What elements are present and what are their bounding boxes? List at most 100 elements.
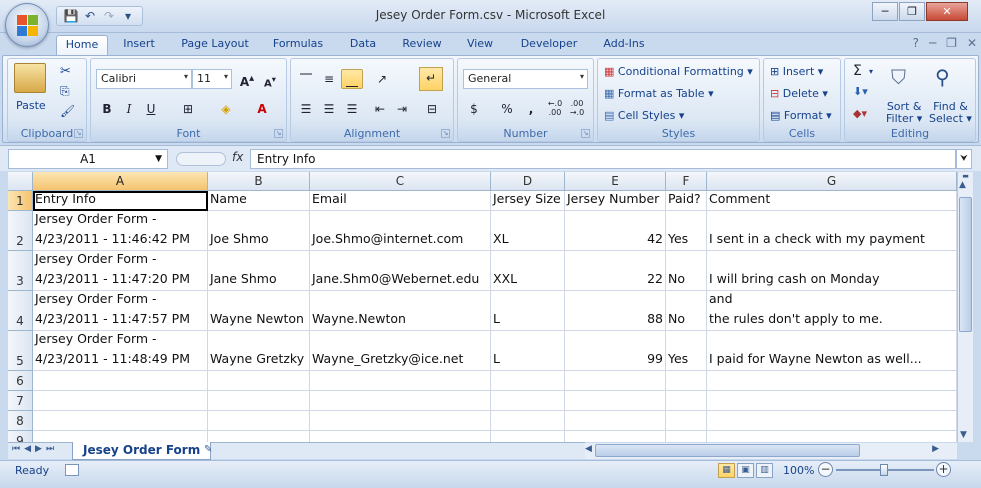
tab-data[interactable]: Data xyxy=(344,35,382,55)
cell-c2[interactable]: Joe.Shmo@internet.com xyxy=(310,211,491,251)
vertical-scrollbar[interactable]: ▬ ▲ ▼ xyxy=(957,172,973,442)
clipboard-launcher-icon[interactable]: ↘ xyxy=(74,129,83,138)
column-header-d[interactable]: D xyxy=(491,172,565,191)
fill-color-icon[interactable]: ◈ xyxy=(215,99,237,119)
cell-g3[interactable]: I will bring cash on Monday xyxy=(707,251,957,291)
cell-f1[interactable]: Paid? xyxy=(666,191,707,211)
row-header-6[interactable]: 6 xyxy=(8,371,33,391)
cell-a8[interactable] xyxy=(33,411,208,431)
conditional-formatting-button[interactable]: ▦ Conditional Formatting ▾ xyxy=(604,65,753,78)
cell-c3[interactable]: Jane.Shm0@Webernet.edu xyxy=(310,251,491,291)
zoom-slider-knob[interactable] xyxy=(880,464,888,476)
cell-g2[interactable]: I sent in a check with my payment xyxy=(707,211,957,251)
font-size-combo[interactable]: 11 ▾ xyxy=(192,69,232,89)
cell-e9[interactable] xyxy=(565,431,666,442)
cell-d5[interactable]: L xyxy=(491,331,565,371)
cell-b2[interactable]: Joe Shmo xyxy=(208,211,310,251)
paste-button[interactable]: Paste xyxy=(16,99,46,112)
tab-insert[interactable]: Insert xyxy=(116,35,162,55)
increase-decimal-button[interactable]: ←.0 .00 xyxy=(544,99,566,119)
formula-bar-splitter[interactable] xyxy=(176,152,226,166)
office-button[interactable] xyxy=(5,3,49,47)
zoom-out-button[interactable]: − xyxy=(818,462,833,477)
scroll-left-icon[interactable]: ◀ xyxy=(585,444,592,454)
cell-f7[interactable] xyxy=(666,391,707,411)
cell-c5[interactable]: Wayne_Gretzky@ice.net xyxy=(310,331,491,371)
bold-button[interactable]: B xyxy=(96,99,118,119)
borders-icon[interactable]: ⊞ xyxy=(177,99,199,119)
tab-home[interactable]: Home xyxy=(56,35,108,55)
cell-g4[interactable]: I don't plan on paying. I am special and… xyxy=(707,291,957,331)
alignment-launcher-icon[interactable]: ↘ xyxy=(441,129,450,138)
help-icon[interactable]: ? xyxy=(913,36,919,50)
format-as-table-button[interactable]: ▦ Format as Table ▾ xyxy=(604,87,714,100)
cell-a3[interactable]: Jersey Order Form - 4/23/2011 - 11:47:20… xyxy=(33,251,208,291)
cell-f8[interactable] xyxy=(666,411,707,431)
zoom-level[interactable]: 100% xyxy=(783,464,814,477)
cell-g1[interactable]: Comment xyxy=(707,191,957,211)
cell-e8[interactable] xyxy=(565,411,666,431)
cell-b5[interactable]: Wayne Gretzky xyxy=(208,331,310,371)
cell-a4[interactable]: Jersey Order Form - 4/23/2011 - 11:47:57… xyxy=(33,291,208,331)
decrease-indent-icon[interactable]: ⇤ xyxy=(369,99,391,119)
tab-review[interactable]: Review xyxy=(398,35,446,55)
autosum-button[interactable]: Σ xyxy=(853,63,862,79)
format-cells-button[interactable]: ▤ Format ▾ xyxy=(770,109,832,122)
orientation-icon[interactable]: ↗ xyxy=(371,69,393,89)
decrease-decimal-button[interactable]: .00 →.0 xyxy=(566,99,588,119)
copy-icon[interactable]: ⎘ xyxy=(60,84,70,99)
column-header-e[interactable]: E xyxy=(565,172,666,191)
percent-button[interactable]: % xyxy=(496,99,518,119)
insert-function-icon[interactable]: fx xyxy=(232,150,243,164)
cell-e4[interactable]: 88 xyxy=(565,291,666,331)
insert-sheet-icon[interactable]: ✎ xyxy=(204,444,220,458)
cell-e2[interactable]: 42 xyxy=(565,211,666,251)
tab-developer[interactable]: Developer xyxy=(516,35,582,55)
row-header-4[interactable]: 4 xyxy=(8,291,33,331)
cell-e7[interactable] xyxy=(565,391,666,411)
fill-icon[interactable]: ⬇▾ xyxy=(853,85,868,98)
close-button[interactable]: ✕ xyxy=(926,2,968,21)
cell-a1[interactable]: Entry Info xyxy=(33,191,208,211)
vertical-scroll-thumb[interactable] xyxy=(959,197,972,332)
cell-b4[interactable]: Wayne Newton xyxy=(208,291,310,331)
scroll-down-icon[interactable]: ▼ xyxy=(960,430,967,440)
format-painter-icon[interactable]: 🖌 xyxy=(60,104,75,118)
sort-filter-icon[interactable]: ⛉ xyxy=(891,65,906,89)
cut-icon[interactable]: ✂ xyxy=(60,64,71,79)
row-header-2[interactable]: 2 xyxy=(8,211,33,251)
increase-indent-icon[interactable]: ⇥ xyxy=(391,99,413,119)
comma-button[interactable]: , xyxy=(520,99,542,119)
page-break-view-icon[interactable]: ▥ xyxy=(756,463,773,478)
scroll-up-icon[interactable]: ▲ xyxy=(959,180,966,190)
underline-button[interactable]: U xyxy=(140,99,162,119)
merge-center-icon[interactable]: ⊟ xyxy=(421,99,443,119)
cell-b8[interactable] xyxy=(208,411,310,431)
cell-d7[interactable] xyxy=(491,391,565,411)
cell-b6[interactable] xyxy=(208,371,310,391)
cell-a6[interactable] xyxy=(33,371,208,391)
normal-view-icon[interactable]: ▦ xyxy=(718,463,735,478)
cell-b3[interactable]: Jane Shmo xyxy=(208,251,310,291)
sheet-nav-arrows-icon[interactable]: ⏮◀▶⏭ xyxy=(12,444,58,454)
cell-c6[interactable] xyxy=(310,371,491,391)
font-color-icon[interactable]: A xyxy=(251,99,273,119)
column-header-c[interactable]: C xyxy=(310,172,491,191)
row-header-1[interactable]: 1 xyxy=(8,191,33,211)
cell-c4[interactable]: Wayne.Newton xyxy=(310,291,491,331)
cell-d3[interactable]: XXL xyxy=(491,251,565,291)
cell-d9[interactable] xyxy=(491,431,565,442)
restore-workbook-icon[interactable]: ❐ xyxy=(946,36,957,50)
restore-button[interactable]: ❐ xyxy=(899,2,925,21)
select-all-corner[interactable] xyxy=(8,172,33,191)
cell-e1[interactable]: Jersey Number xyxy=(565,191,666,211)
cell-g6[interactable] xyxy=(707,371,957,391)
tab-formulas[interactable]: Formulas xyxy=(268,35,328,55)
currency-button[interactable]: $ xyxy=(463,99,485,119)
align-top-icon[interactable]: ⎺ xyxy=(295,69,317,89)
scroll-right-icon[interactable]: ▶ xyxy=(932,444,939,454)
align-right-icon[interactable]: ☰ xyxy=(341,99,363,119)
cell-a2[interactable]: Jersey Order Form - 4/23/2011 - 11:46:42… xyxy=(33,211,208,251)
cell-a5[interactable]: Jersey Order Form - 4/23/2011 - 11:48:49… xyxy=(33,331,208,371)
name-box[interactable]: A1 ▼ xyxy=(8,149,168,169)
